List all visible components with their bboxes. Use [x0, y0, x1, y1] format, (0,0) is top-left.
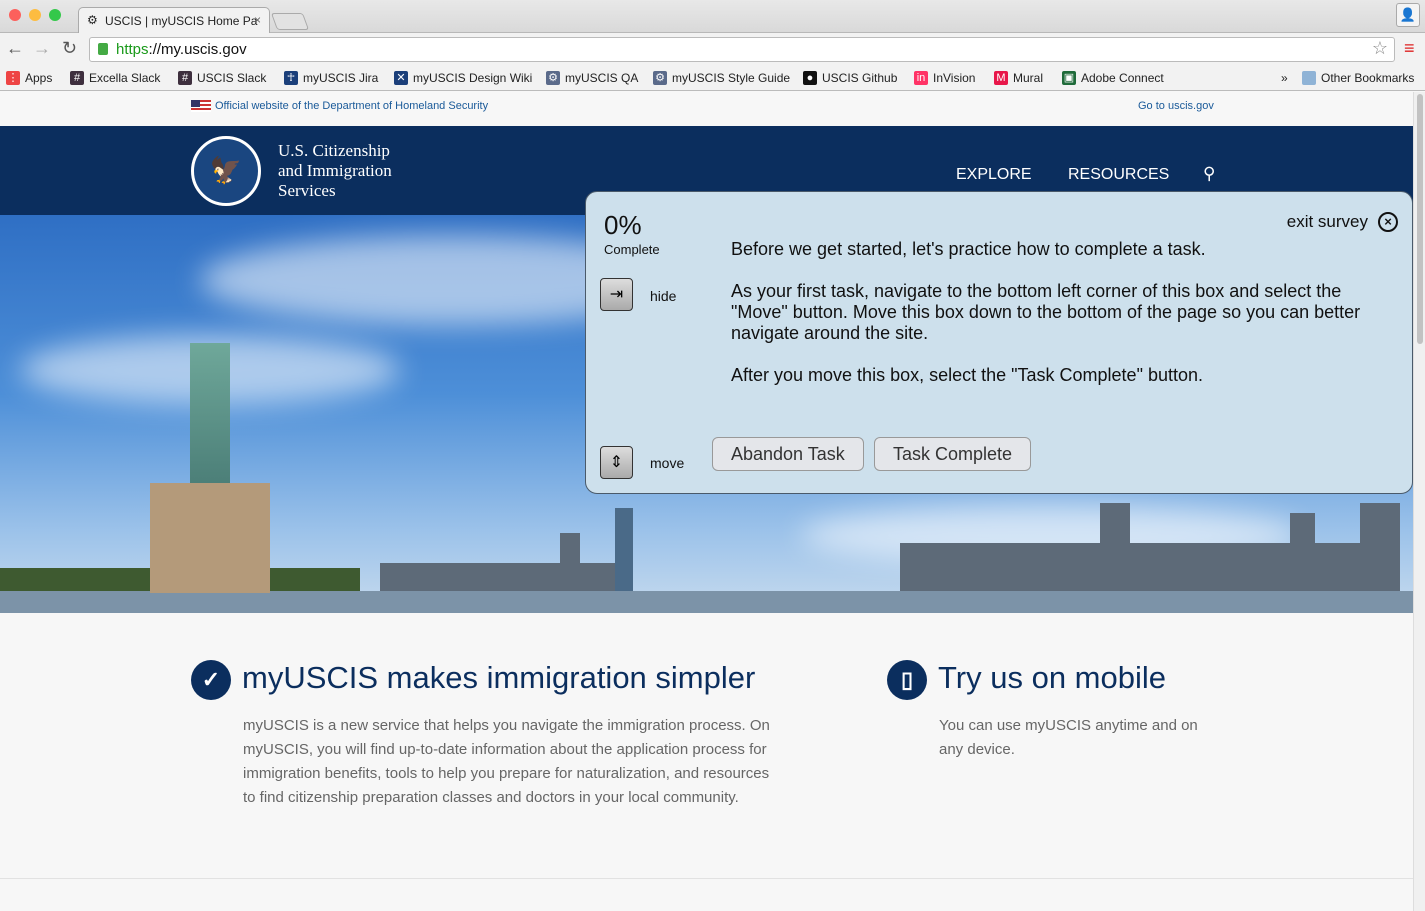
back-icon[interactable]: ←: [6, 38, 24, 59]
exit-survey-label: exit survey: [1286, 212, 1368, 231]
bookmark-invision[interactable]: in InVision: [914, 71, 975, 85]
feature-body: You can use myUSCIS anytime and on any d…: [939, 717, 1198, 758]
abandon-task-button[interactable]: Abandon Task: [712, 437, 864, 471]
feature-body: myUSCIS is a new service that helps you …: [243, 717, 770, 806]
browser-tab[interactable]: ⚙ USCIS | myUSCIS Home Pa ×: [78, 7, 270, 34]
bookmark-myuscis-qa[interactable]: ⚙ myUSCIS QA: [546, 71, 638, 85]
go-to-uscis-link[interactable]: Go to uscis.gov: [1138, 100, 1214, 112]
bookmarks-overflow-button[interactable]: »: [1281, 71, 1288, 85]
bookmark-mural[interactable]: M Mural: [994, 71, 1043, 85]
bookmark-label: myUSCIS Style Guide: [672, 71, 791, 85]
task-instruction: As your first task, navigate to the bott…: [731, 281, 1361, 343]
mobile-phone-icon: ▯: [887, 660, 927, 700]
tab-title: USCIS | myUSCIS Home Pa: [105, 14, 258, 28]
bookmark-label: Apps: [25, 71, 53, 85]
search-icon[interactable]: ⚲: [1203, 164, 1215, 184]
adobe-connect-icon: ▣: [1062, 71, 1076, 85]
confluence-icon: ✕: [394, 71, 408, 85]
progress-label: Complete: [604, 242, 660, 257]
agency-line: and Immigration: [278, 161, 392, 180]
address-bar[interactable]: https://my.uscis.gov ☆: [89, 37, 1395, 62]
close-tab-icon[interactable]: ×: [254, 13, 261, 27]
dhs-seal-icon: ⚙: [653, 71, 667, 85]
official-text: Official website of the Department of Ho…: [215, 100, 489, 112]
bookmark-adobe-connect[interactable]: ▣ Adobe Connect: [1062, 71, 1164, 85]
bookmark-label: Adobe Connect: [1081, 71, 1164, 85]
dhs-seal-icon: ⚙: [87, 13, 98, 27]
agency-name[interactable]: U.S. Citizenship and Immigration Service…: [278, 141, 392, 201]
bookmark-label: myUSCIS Jira: [303, 71, 379, 85]
apps-grid-icon: ⋮: [6, 71, 20, 85]
task-intro: Before we get started, let's practice ho…: [731, 239, 1206, 259]
lock-icon: [98, 43, 108, 55]
feature-title: Try us on mobile: [938, 660, 1166, 695]
bookmarks-bar: » Other Bookmarks ⋮ Apps # Excella Slack # US…: [0, 65, 1425, 91]
menu-icon[interactable]: ≡: [1404, 39, 1418, 57]
scrollbar-thumb[interactable]: [1417, 94, 1423, 344]
url-scheme: https: [116, 41, 149, 58]
move-vertical-icon: ⇕: [609, 454, 624, 471]
statue-of-liberty: [190, 343, 230, 483]
bookmark-label: myUSCIS Design Wiki: [413, 71, 533, 85]
us-flag-icon: [191, 100, 211, 112]
bookmark-excella-slack[interactable]: # Excella Slack: [70, 71, 160, 85]
move-button[interactable]: ⇕: [600, 446, 633, 479]
feature-title: myUSCIS makes immigration simpler: [242, 660, 756, 695]
github-icon: ●: [803, 71, 817, 85]
scrollbar[interactable]: [1413, 92, 1425, 911]
mural-icon: M: [994, 71, 1008, 85]
slack-icon: #: [178, 71, 192, 85]
exit-survey-button[interactable]: exit survey ×: [1287, 212, 1398, 232]
bookmark-label: myUSCIS QA: [565, 71, 639, 85]
forward-icon[interactable]: →: [33, 38, 51, 59]
dhs-seal-logo[interactable]: 🦅: [191, 136, 261, 206]
bookmark-label: Mural: [1013, 71, 1044, 85]
dhs-seal-icon: ⚙: [546, 71, 560, 85]
divider: [0, 878, 1413, 879]
maximize-window-button[interactable]: [49, 9, 61, 21]
hide-label: hide: [650, 288, 677, 304]
jira-icon: ☥: [284, 71, 298, 85]
nav-explore[interactable]: EXPLORE: [956, 166, 1032, 184]
hide-button[interactable]: ⇥: [600, 278, 633, 311]
bookmark-label: Excella Slack: [89, 71, 161, 85]
bookmark-myuscis-design-wiki[interactable]: ✕ myUSCIS Design Wiki: [394, 71, 532, 85]
close-window-button[interactable]: [9, 9, 21, 21]
bookmark-myuscis-style-guide[interactable]: ⚙ myUSCIS Style Guide: [653, 71, 790, 85]
bookmark-uscis-slack[interactable]: # USCIS Slack: [178, 71, 266, 85]
new-tab-button[interactable]: [270, 13, 310, 30]
other-bookmarks[interactable]: Other Bookmarks: [1302, 71, 1414, 85]
move-label: move: [650, 455, 685, 471]
close-circle-icon: ×: [1378, 212, 1398, 232]
reload-icon[interactable]: ↻: [62, 38, 77, 59]
progress-percent: 0%: [604, 210, 642, 240]
survey-task-panel: 0% Complete ⇥ hide ⇕ move exit survey × B…: [585, 191, 1413, 494]
invision-icon: in: [914, 71, 928, 85]
browser-titlebar: ⚙ USCIS | myUSCIS Home Pa × 👤: [0, 0, 1425, 34]
bookmark-apps[interactable]: ⋮ Apps: [6, 71, 52, 85]
bookmark-myuscis-jira[interactable]: ☥ myUSCIS Jira: [284, 71, 378, 85]
bookmark-label: USCIS Github: [822, 71, 898, 85]
arrow-right-bar-icon: ⇥: [609, 286, 624, 303]
agency-line: Services: [278, 181, 336, 200]
agency-line: U.S. Citizenship: [278, 141, 390, 160]
minimize-window-button[interactable]: [29, 9, 41, 21]
checkmark-circle-icon: ✓: [191, 660, 231, 700]
bookmark-star-icon[interactable]: ☆: [1372, 38, 1388, 59]
profile-icon[interactable]: 👤: [1396, 3, 1420, 27]
other-bookmarks-label: Other Bookmarks: [1321, 71, 1415, 85]
url-host: ://my.uscis.gov: [148, 41, 247, 58]
bookmark-label: USCIS Slack: [197, 71, 267, 85]
folder-icon: [1302, 71, 1316, 85]
task-complete-button[interactable]: Task Complete: [874, 437, 1032, 471]
nav-resources[interactable]: RESOURCES: [1068, 166, 1169, 184]
bookmark-uscis-github[interactable]: ● USCIS Github: [803, 71, 897, 85]
slack-icon: #: [70, 71, 84, 85]
task-after: After you move this box, select the "Tas…: [731, 365, 1204, 385]
official-banner: Official website of the Department of Ho…: [0, 91, 1425, 124]
bookmark-label: InVision: [933, 71, 976, 85]
browser-toolbar: ← → ↻ https://my.uscis.gov ☆ ≡: [0, 33, 1425, 65]
